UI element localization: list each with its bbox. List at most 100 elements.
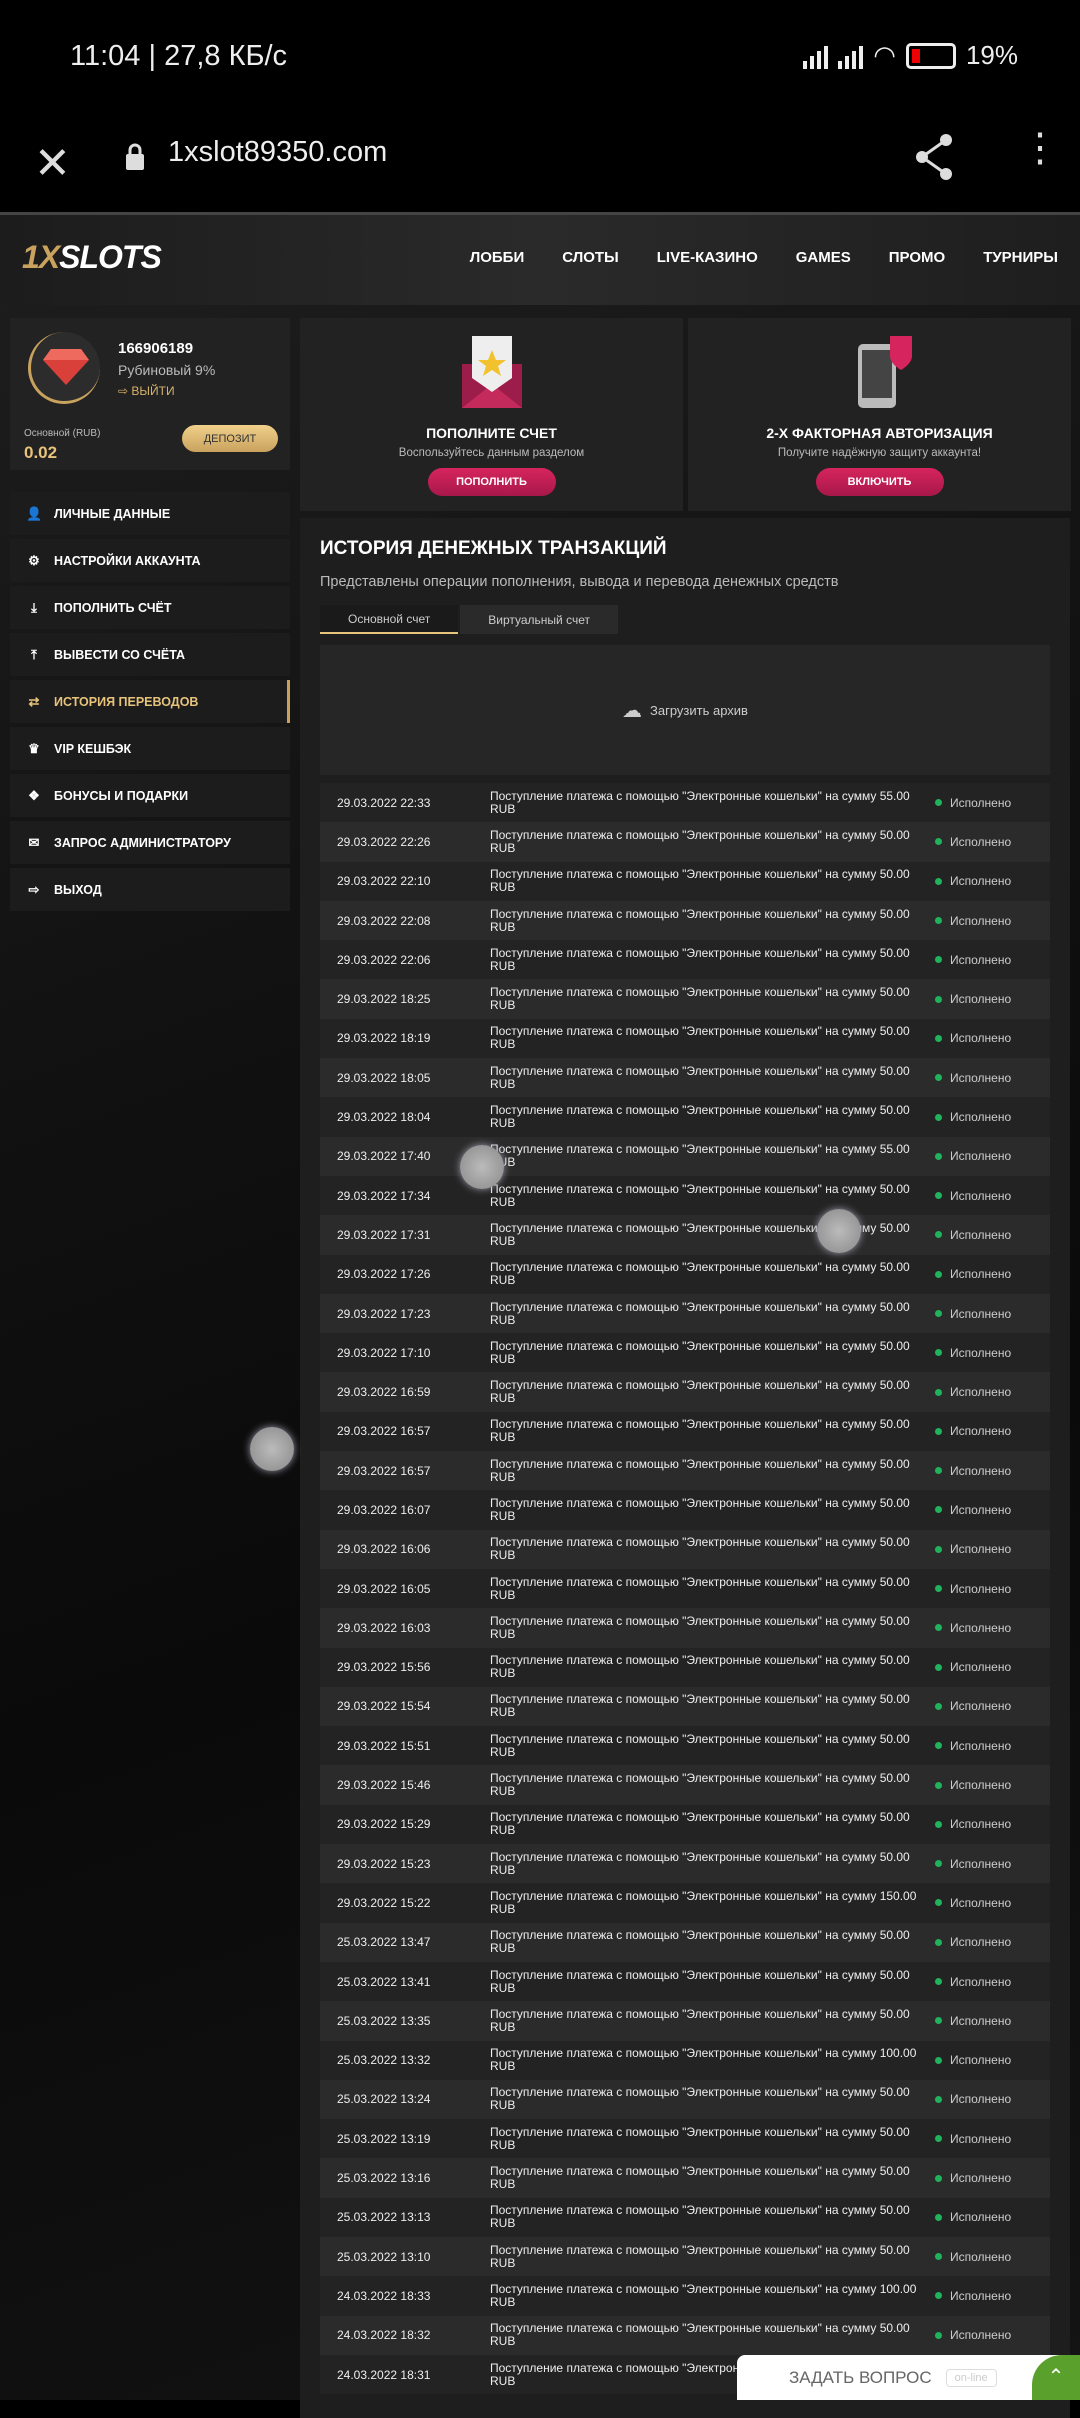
sidebar-item[interactable]: ⇄ ИСТОРИЯ ПЕРЕВОДОВ [10,680,290,723]
card-title: ПОПОЛНИТЕ СЧЕТ [426,425,557,441]
row-status: Исполнено [935,1975,1011,1989]
row-description: Поступление платежа с помощью "Электронн… [490,827,910,855]
row-date: 25.03.2022 13:16 [337,2171,431,2186]
row-date: 25.03.2022 13:10 [337,2249,431,2264]
row-amount: 50.00 [879,1103,910,1118]
table-row: 24.03.2022 18:32 Поступление платежа с по… [320,2315,1050,2355]
row-description: Поступление платежа с помощью "Электронн… [490,1181,910,1209]
nav-item[interactable]: ЛОББИ [470,249,525,266]
status-dot-icon [935,2017,942,2025]
tab-main-account[interactable]: Основной счет [320,605,459,634]
row-amount: 50.00 [879,2242,910,2257]
row-amount: 50.00 [879,1613,910,1628]
row-status: Исполнено [935,1699,1011,1713]
download-archive-button[interactable]: ☁ Загрузить архив [320,645,1050,775]
row-status: Исполнено [935,992,1011,1006]
enable-2fa-button[interactable]: ВКЛЮЧИТЬ [815,468,944,496]
row-date: 25.03.2022 13:35 [337,2013,431,2028]
table-row: 29.03.2022 15:46 Поступление платежа с по… [320,1765,1050,1805]
row-amount: 50.00 [879,906,910,921]
sidebar-item[interactable]: ❖ БОНУСЫ И ПОДАРКИ [10,774,290,817]
row-description: Поступление платежа с помощью "Электронн… [490,1260,910,1288]
table-row: 29.03.2022 15:56 Поступление платежа с по… [320,1647,1050,1687]
ask-question-label: ЗАДАТЬ ВОПРОС [789,2367,932,2387]
row-status: Исполнено [935,1031,1011,1045]
ask-question-widget[interactable]: ЗАДАТЬ ВОПРОС on-line ⌃ [737,2355,1080,2400]
sidebar-menu: 👤 ЛИЧНЫЕ ДАННЫЕ ⚙ НАСТРОЙКИ АККАУНТА ⤓ ПОПОЛН… [10,492,290,915]
logo[interactable]: 1XSLOTS [22,239,162,276]
row-status: Исполнено [935,1464,1011,1478]
sidebar-item-label: НАСТРОЙКИ АККАУНТА [54,553,201,568]
online-badge: on-line [945,2368,997,2387]
table-row: 29.03.2022 22:26 Поступление платежа с по… [320,822,1050,862]
table-row: 29.03.2022 18:25 Поступление платежа с по… [320,979,1050,1019]
row-amount: 50.00 [879,1771,910,1786]
row-amount: 50.00 [879,985,910,1000]
crown-icon: ♛ [28,740,40,756]
sidebar-item[interactable]: ✉ ЗАПРОС АДМИНИСТРАТОРУ [10,821,290,864]
row-description: Поступление платежа с помощью "Электронн… [490,1142,910,1169]
nav-item[interactable]: СЛОТЫ [562,249,619,266]
card-text: Получите надёжную защиту аккаунта! [777,447,982,459]
row-status: Исполнено [935,2053,1011,2067]
row-description: Поступление платежа с помощью "Электронн… [490,2321,910,2349]
row-date: 29.03.2022 15:46 [337,1778,431,1793]
deposit-button[interactable]: ДЕПОЗИТ [182,425,278,452]
close-icon[interactable]: ✕ [34,138,71,189]
row-date: 29.03.2022 22:06 [337,952,431,967]
row-date: 25.03.2022 13:13 [337,2210,431,2225]
sidebar-item[interactable]: ⚙ НАСТРОЙКИ АККАУНТА [10,539,290,582]
gift-icon: ❖ [28,787,40,803]
table-row: 29.03.2022 17:40 Поступление платежа с по… [320,1136,1050,1176]
row-date: 29.03.2022 18:05 [337,1070,431,1085]
row-date: 24.03.2022 18:31 [337,2367,431,2382]
top-up-button[interactable]: ПОПОЛНИТЬ [427,468,556,496]
url-field[interactable]: 1xslot89350.com [168,136,387,169]
row-status: Исполнено [935,1621,1011,1635]
share-icon[interactable] [912,132,956,182]
row-date: 25.03.2022 13:32 [337,2053,431,2068]
row-date: 29.03.2022 18:04 [337,1110,431,1125]
status-dot-icon [935,838,942,846]
card-text: Воспользуйтесь данным разделом [398,447,585,459]
status-dot-icon [935,956,942,964]
table-row: 25.03.2022 13:35 Поступление платежа с по… [320,2001,1050,2041]
nav-item[interactable]: ТУРНИРЫ [983,249,1058,266]
row-date: 29.03.2022 22:10 [337,874,431,889]
sidebar-item[interactable]: ♛ VIP КЕШБЭК [10,727,290,770]
table-row: 29.03.2022 17:23 Поступление платежа с по… [320,1293,1050,1334]
battery-level: 19% [965,40,1018,70]
row-description: Поступление платежа с помощью "Электронн… [490,1535,910,1563]
chevron-up-icon[interactable]: ⌃ [1032,2355,1080,2400]
nav-item[interactable]: ПРОМО [889,249,945,266]
sidebar-item[interactable]: ⤒ ВЫВЕСТИ СО СЧЁТА [10,633,290,676]
tab-virtual-account[interactable]: Виртуальный счет [460,605,618,634]
more-menu-icon[interactable]: ⋮ [1020,128,1060,168]
sidebar-item[interactable]: ⇨ ВЫХОД [10,868,290,911]
sidebar-item[interactable]: ⤓ ПОПОЛНИТЬ СЧЁТ [10,586,290,629]
status-dot-icon [935,1388,942,1396]
status-dot-icon [935,1742,942,1750]
row-amount: 50.00 [879,1220,910,1235]
nav-item[interactable]: LIVE-КАЗИНО [657,249,758,266]
status-dot-icon [935,1270,942,1278]
row-description: Поступление платежа с помощью "Электронн… [490,1692,910,1720]
row-date: 24.03.2022 18:32 [337,2328,431,2343]
nav-item[interactable]: GAMES [796,249,851,266]
row-description: Поступление платежа с помощью "Электронн… [490,2281,917,2309]
envelope-icon: ✉ [28,834,40,850]
row-date: 29.03.2022 17:31 [337,1227,431,1242]
row-description: Поступление платежа с помощью "Электронн… [490,1771,910,1799]
transactions-table: 29.03.2022 22:33 Поступление платежа с по… [320,783,1050,2395]
row-description: Поступление платежа с помощью "Электронн… [490,1024,910,1052]
sidebar-item[interactable]: 👤 ЛИЧНЫЕ ДАННЫЕ [10,492,290,535]
logout-link[interactable]: ⇨ ВЫЙТИ [118,384,175,398]
main-nav: ЛОББИ СЛОТЫ LIVE-КАЗИНО GAMES ПРОМО ТУРНИРЫ [470,249,1058,266]
row-amount: 50.00 [879,1495,910,1510]
sidebar-item-label: ВЫХОД [54,882,102,897]
page-subtitle: Представлены операции пополнения, вывода… [320,574,839,590]
row-description: Поступление платежа с помощью "Электронн… [490,945,910,973]
row-date: 29.03.2022 16:05 [337,1581,431,1596]
row-amount: 50.00 [879,1456,910,1471]
status-dot-icon [935,1585,942,1593]
